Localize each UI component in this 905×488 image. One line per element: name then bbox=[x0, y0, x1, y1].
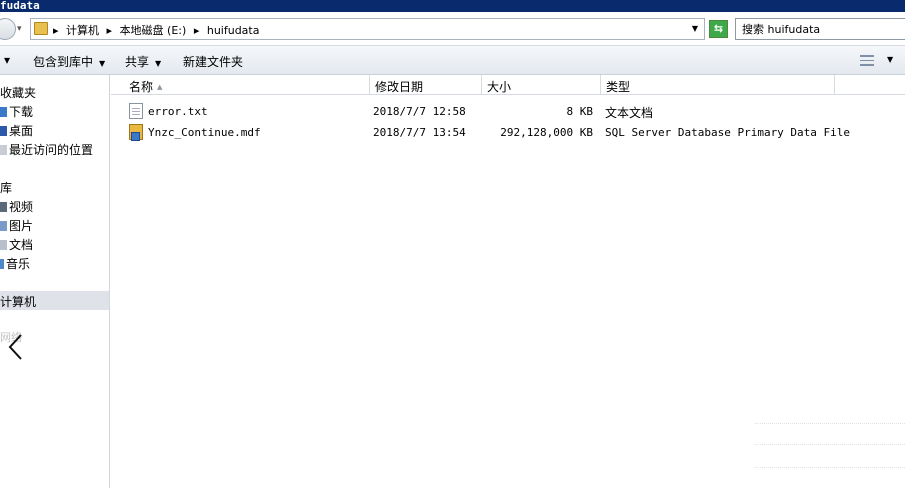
address-bar[interactable]: ▸ 计算机 ▸ 本地磁盘 (E:) ▸ huifudata ▼ bbox=[30, 18, 705, 40]
document-icon bbox=[0, 240, 7, 250]
download-icon bbox=[0, 107, 7, 117]
breadcrumb-separator[interactable]: ▸ bbox=[53, 24, 59, 37]
nav-recent-label: 最近访问的位置 bbox=[9, 143, 94, 157]
chevron-down-icon: ▼ bbox=[99, 59, 106, 68]
nav-documents-label: 文档 bbox=[9, 238, 34, 252]
nav-downloads[interactable]: 下载 bbox=[0, 103, 33, 122]
back-button[interactable] bbox=[0, 18, 16, 40]
command-toolbar: ▾ 包含到库中 ▼ 共享 ▼ 新建文件夹 ▼ bbox=[0, 46, 905, 75]
file-size: 292,128,000 KB bbox=[500, 126, 593, 139]
video-icon bbox=[0, 202, 7, 212]
nav-music[interactable]: 音乐 bbox=[0, 255, 30, 274]
breadcrumb: ▸ 计算机 ▸ 本地磁盘 (E:) ▸ huifudata bbox=[53, 22, 263, 38]
file-date: 2018/7/7 13:54 bbox=[373, 126, 466, 139]
file-name: error.txt bbox=[148, 105, 208, 118]
text-file-icon bbox=[129, 103, 143, 119]
column-header-size[interactable]: 大小 bbox=[482, 75, 601, 95]
nav-libraries[interactable]: 库 bbox=[0, 179, 12, 198]
nav-music-label: 音乐 bbox=[6, 257, 31, 271]
nav-videos[interactable]: 视频 bbox=[0, 198, 33, 217]
nav-pictures-label: 图片 bbox=[9, 219, 34, 233]
column-header-name[interactable]: 名称 ▲ bbox=[124, 75, 370, 95]
navigation-pane: 收藏夹 下载 桌面 最近访问的位置 库 视频 图片 文档 音乐 计算机 网络 bbox=[0, 75, 110, 488]
address-bar-row: ▾ ▸ 计算机 ▸ 本地磁盘 (E:) ▸ huifudata ▼ ⇆ bbox=[0, 12, 905, 46]
breadcrumb-separator[interactable]: ▸ bbox=[194, 24, 200, 37]
address-dropdown-icon[interactable]: ▼ bbox=[692, 24, 698, 33]
folder-icon bbox=[34, 22, 48, 35]
file-name: Ynzc_Continue.mdf bbox=[148, 126, 261, 139]
nav-favorites[interactable]: 收藏夹 bbox=[0, 84, 36, 103]
column-header-type[interactable]: 类型 bbox=[601, 75, 835, 95]
view-options-icon[interactable] bbox=[860, 55, 874, 66]
window-title: fudata bbox=[0, 0, 40, 12]
breadcrumb-computer[interactable]: 计算机 bbox=[66, 24, 99, 37]
file-type: 文本文档 bbox=[605, 106, 654, 120]
picture-icon bbox=[0, 221, 7, 231]
history-dropdown-icon[interactable]: ▾ bbox=[17, 24, 22, 34]
file-date: 2018/7/7 12:58 bbox=[373, 105, 466, 118]
file-list: 名称 ▲ 修改日期 大小 类型 error.txt 2018/7/7 12:58 … bbox=[111, 75, 905, 488]
nav-desktop-label: 桌面 bbox=[9, 124, 34, 138]
refresh-icon[interactable]: ⇆ bbox=[709, 20, 728, 38]
music-icon bbox=[0, 259, 4, 269]
chevron-down-icon: ▼ bbox=[155, 59, 162, 68]
file-size: 8 KB bbox=[566, 105, 594, 118]
breadcrumb-separator[interactable]: ▸ bbox=[107, 24, 113, 37]
database-file-icon bbox=[129, 124, 143, 141]
divider bbox=[755, 423, 905, 424]
file-row[interactable]: Ynzc_Continue.mdf 2018/7/7 13:54 292,128… bbox=[111, 123, 905, 143]
search-box[interactable] bbox=[735, 18, 905, 40]
nav-videos-label: 视频 bbox=[9, 200, 34, 214]
share-label: 共享 bbox=[125, 55, 150, 69]
nav-documents[interactable]: 文档 bbox=[0, 236, 33, 255]
divider bbox=[755, 444, 905, 445]
include-in-library-button[interactable]: 包含到库中 ▼ bbox=[33, 53, 105, 70]
recent-places-icon bbox=[0, 145, 7, 155]
include-in-library-label: 包含到库中 bbox=[33, 55, 94, 69]
file-type: SQL Server Database Primary Data File bbox=[605, 126, 851, 139]
nav-pictures[interactable]: 图片 bbox=[0, 217, 33, 236]
file-row[interactable]: error.txt 2018/7/7 12:58 8 KB 文本文档 bbox=[111, 102, 905, 122]
column-header-date[interactable]: 修改日期 bbox=[370, 75, 482, 95]
breadcrumb-drive[interactable]: 本地磁盘 (E:) bbox=[120, 24, 187, 37]
new-folder-button[interactable]: 新建文件夹 bbox=[183, 53, 243, 70]
organize-dropdown-icon[interactable]: ▾ bbox=[4, 53, 10, 67]
nav-computer[interactable]: 计算机 bbox=[0, 291, 109, 310]
sort-ascending-icon: ▲ bbox=[157, 83, 163, 91]
desktop-icon bbox=[0, 126, 7, 136]
search-input[interactable] bbox=[742, 22, 902, 35]
back-arrow-icon[interactable] bbox=[6, 332, 26, 362]
nav-downloads-label: 下载 bbox=[9, 105, 34, 119]
divider bbox=[755, 467, 905, 468]
nav-recent[interactable]: 最近访问的位置 bbox=[0, 141, 93, 160]
column-header-row: 名称 ▲ 修改日期 大小 类型 bbox=[111, 75, 905, 95]
view-dropdown-icon[interactable]: ▼ bbox=[887, 55, 893, 64]
share-button[interactable]: 共享 ▼ bbox=[125, 53, 161, 70]
breadcrumb-folder[interactable]: huifudata bbox=[207, 24, 260, 37]
window-titlebar: fudata bbox=[0, 0, 905, 12]
nav-desktop[interactable]: 桌面 bbox=[0, 122, 33, 141]
column-header-name-label: 名称 bbox=[129, 80, 154, 94]
